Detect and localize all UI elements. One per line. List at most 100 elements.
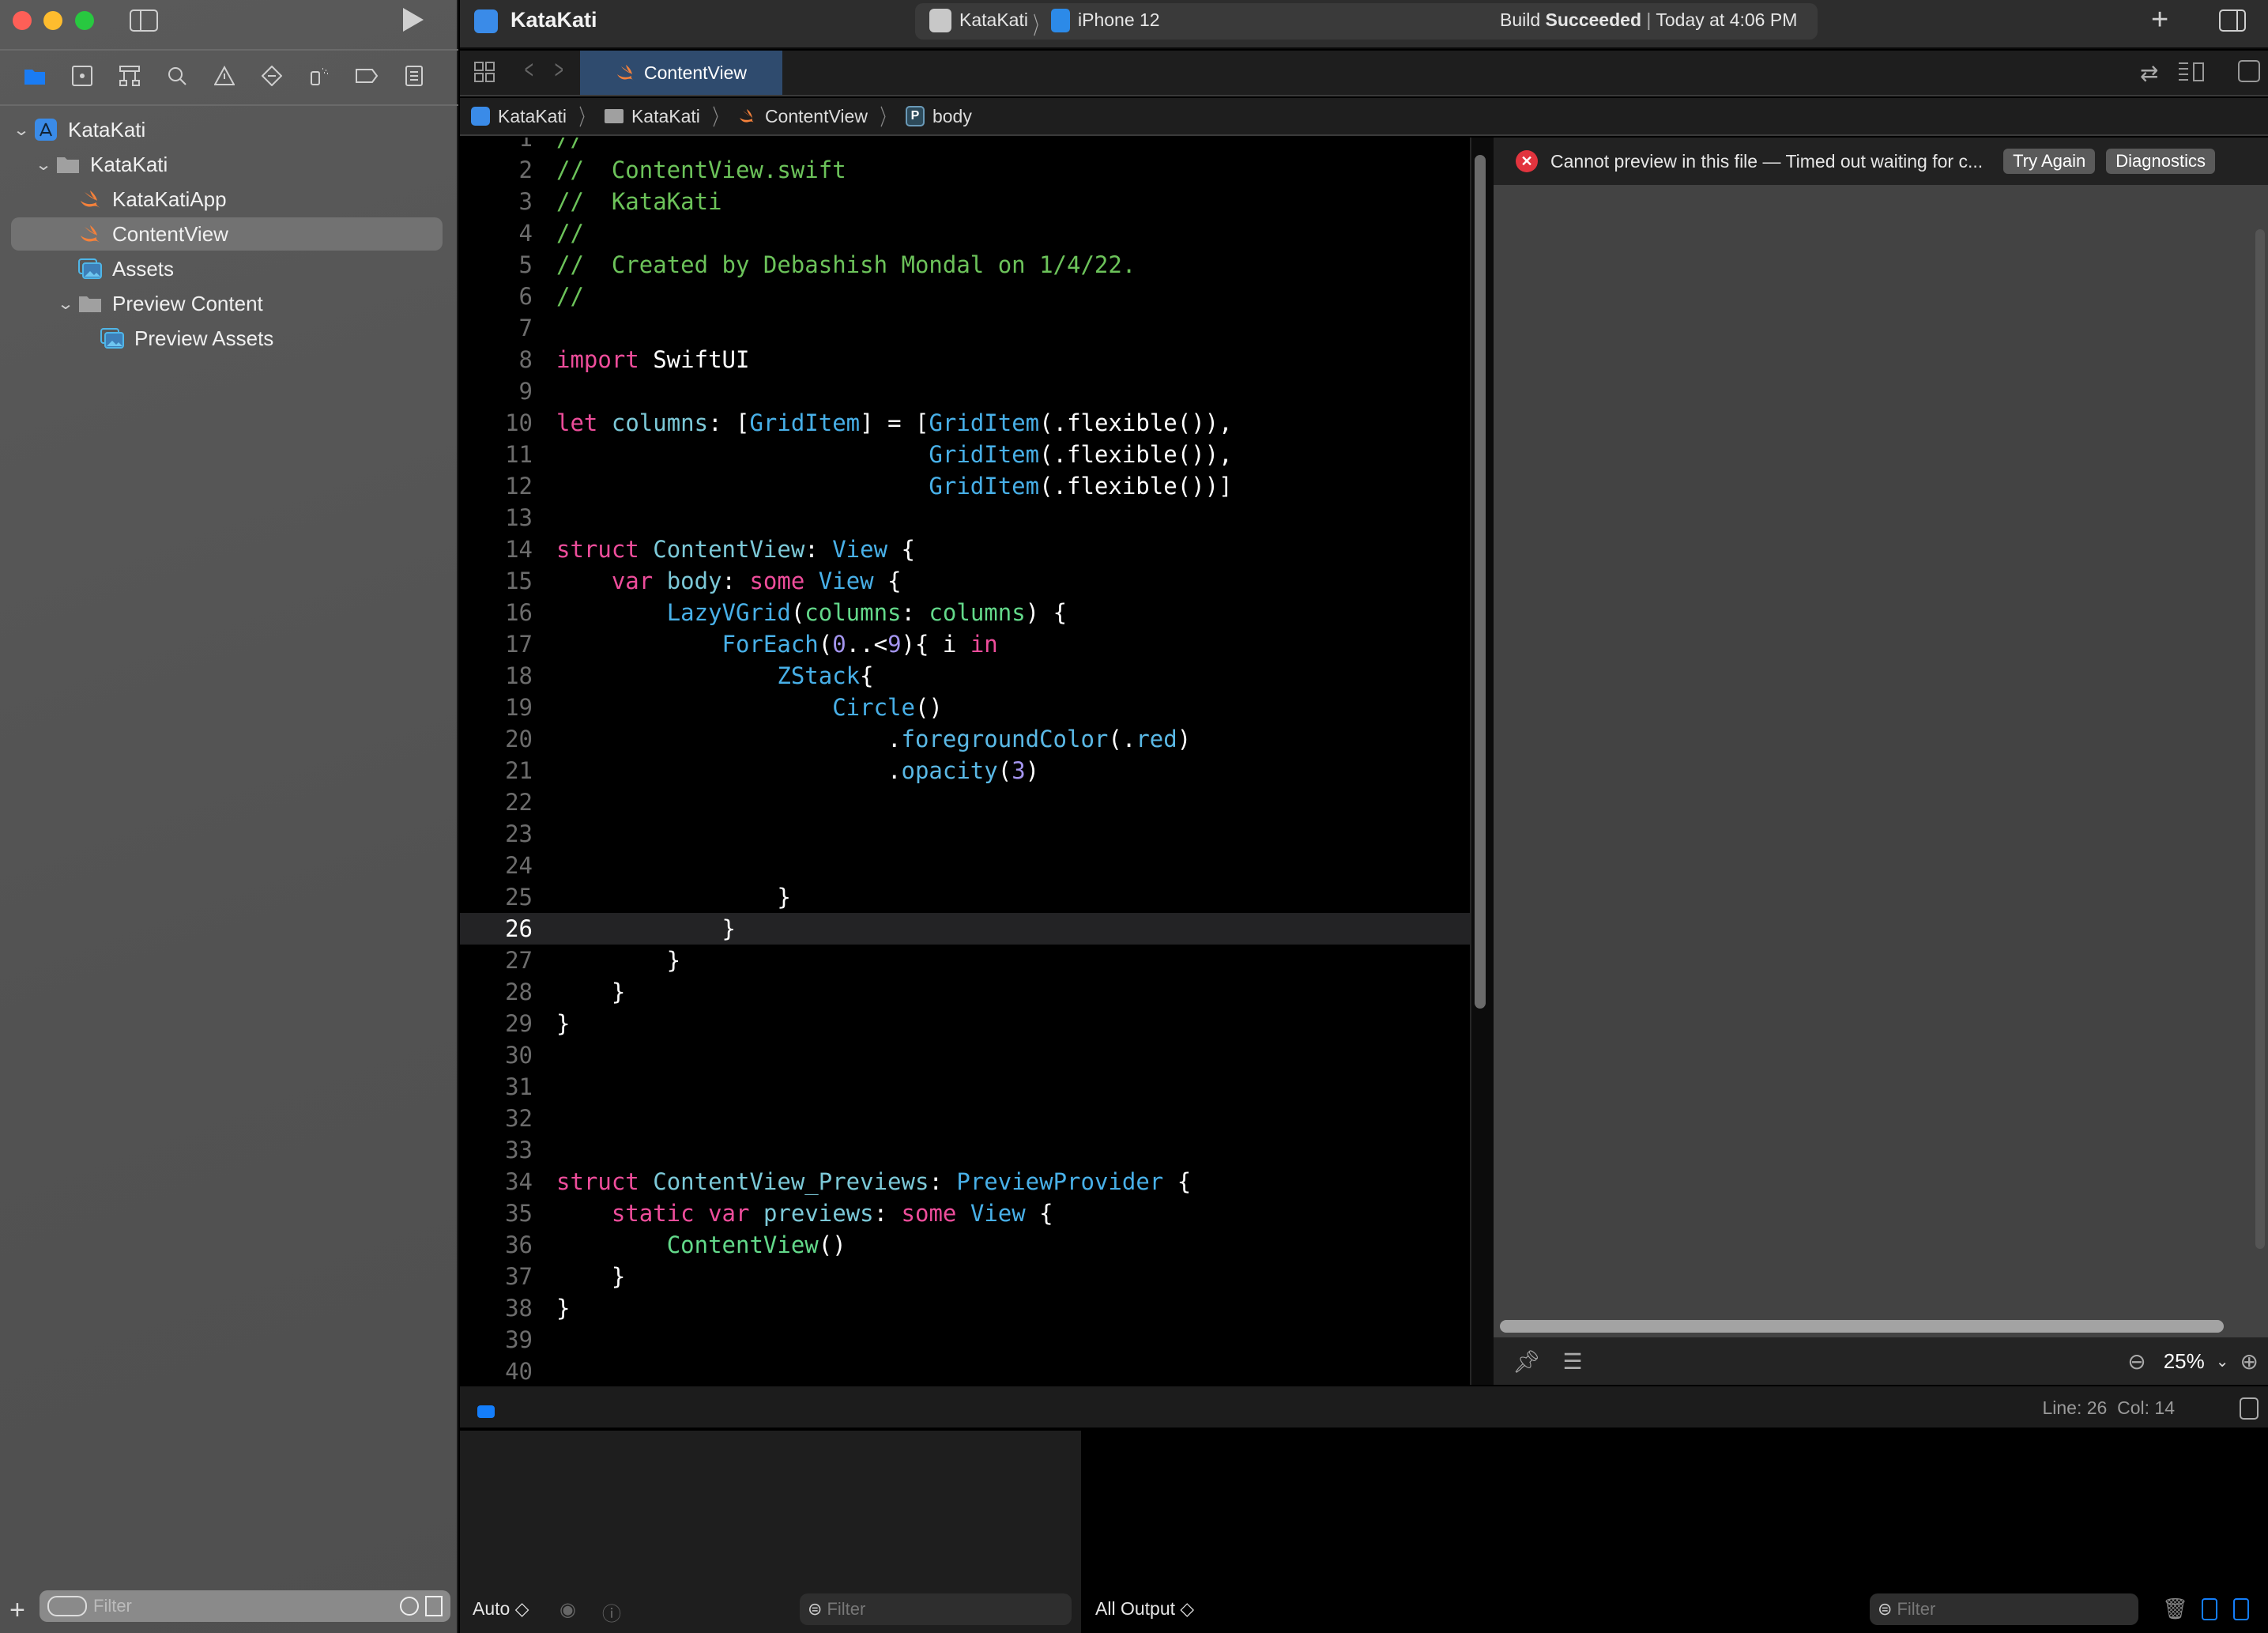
code-line[interactable]: 2 // ContentView.swift (460, 154, 1470, 186)
back-button[interactable]: < (525, 55, 533, 85)
add-library-button[interactable]: + (2151, 3, 2168, 37)
warning-icon[interactable] (209, 60, 240, 92)
toggle-console-indicator[interactable] (477, 1405, 495, 1418)
trash-icon[interactable]: 🗑︎ (2162, 1597, 2188, 1621)
chevron-down-icon[interactable]: ⌄ (2216, 1352, 2229, 1371)
tree-item-file[interactable]: KataKatiApp (11, 183, 443, 216)
search-icon[interactable] (161, 60, 193, 92)
scm-filter-icon[interactable] (425, 1596, 443, 1616)
code-line[interactable]: 27 } (460, 945, 1470, 976)
source-control-icon[interactable] (66, 60, 98, 92)
debug-spray-icon[interactable] (303, 60, 335, 92)
output-scope-selector[interactable]: All Output ◇ (1095, 1598, 1194, 1620)
close-window-button[interactable] (13, 11, 32, 30)
variables-scope-selector[interactable]: Auto ◇ (473, 1598, 529, 1620)
code-line[interactable]: 34 struct ContentView_Previews: PreviewPr… (460, 1166, 1470, 1197)
code-line[interactable]: 22 (460, 786, 1470, 818)
code-line[interactable]: 30 (460, 1039, 1470, 1071)
minimize-window-button[interactable] (43, 11, 62, 30)
code-line[interactable]: 15 var body: some View { (460, 565, 1470, 597)
toggle-navigator-icon[interactable] (130, 9, 158, 32)
show-console-toggle[interactable] (2233, 1598, 2249, 1620)
code-line[interactable]: 38} (460, 1292, 1470, 1324)
editor-vertical-scrollbar[interactable] (1475, 155, 1486, 1009)
filter-options-icon[interactable] (47, 1596, 87, 1616)
test-diamond-icon[interactable] (256, 60, 288, 92)
code-line[interactable]: 28 } (460, 976, 1470, 1008)
zoom-window-button[interactable] (75, 11, 94, 30)
grid-icon[interactable] (474, 62, 495, 82)
chevron-down-icon[interactable]: ⌄ (30, 155, 57, 175)
code-line[interactable]: 31 (460, 1071, 1470, 1103)
code-line[interactable]: 3 // KataKati (460, 186, 1470, 217)
editor-options-icon[interactable] (2178, 62, 2206, 82)
code-line[interactable]: 14 struct ContentView: View { (460, 534, 1470, 565)
code-line[interactable]: 32 (460, 1103, 1470, 1134)
toggle-inspector-icon[interactable] (2219, 9, 2246, 32)
folder-icon[interactable] (19, 60, 51, 92)
navigator-filter-input[interactable]: Filter (40, 1590, 450, 1622)
preview-settings-icon[interactable]: ☰ (1563, 1348, 1583, 1375)
code-line[interactable]: 12 GridItem(.flexible())] (460, 470, 1470, 502)
code-line[interactable]: 23 (460, 818, 1470, 850)
code-line[interactable]: 16 LazyVGrid(columns: columns) { (460, 597, 1470, 628)
breadcrumb-item[interactable]: ContentView (765, 106, 868, 127)
code-line[interactable]: 4 // (460, 217, 1470, 249)
code-line[interactable]: 39 (460, 1324, 1470, 1356)
breadcrumb-item[interactable]: KataKati (498, 106, 567, 127)
code-line[interactable]: 5 // Created by Debashish Mondal on 1/4/2… (460, 249, 1470, 281)
tree-item-file-selected[interactable]: ContentView (11, 217, 443, 251)
zoom-level[interactable]: 25% (2164, 1349, 2205, 1374)
add-file-button[interactable]: + (9, 1595, 25, 1626)
hierarchy-icon[interactable] (114, 60, 145, 92)
code-line[interactable]: 35 static var previews: some View { (460, 1197, 1470, 1229)
variables-filter-input[interactable]: ⊜ Filter (800, 1593, 1072, 1625)
zoom-in-icon[interactable]: ⊕ (2240, 1348, 2259, 1375)
code-line[interactable]: 25 } (460, 881, 1470, 913)
code-line[interactable]: 20 .foregroundColor(.red) (460, 723, 1470, 755)
code-line[interactable]: 24 (460, 850, 1470, 881)
zoom-out-icon[interactable]: ⊖ (2127, 1348, 2146, 1375)
breadcrumb-item[interactable]: body (932, 106, 972, 127)
code-line[interactable]: 7 (460, 312, 1470, 344)
forward-button[interactable]: > (555, 55, 563, 85)
preview-vertical-scrollbar[interactable] (2255, 229, 2265, 1249)
diagnostics-button[interactable]: Diagnostics (2106, 149, 2215, 174)
code-line[interactable]: 10 let columns: [GridItem] = [GridItem(.f… (460, 407, 1470, 439)
code-line[interactable]: 37 } (460, 1261, 1470, 1292)
pin-icon[interactable]: 📌︎ (1513, 1348, 1541, 1375)
show-variables-toggle[interactable] (2202, 1598, 2217, 1620)
tree-item-folder[interactable]: ⌄ KataKati (11, 148, 443, 181)
tree-item-assets[interactable]: Assets (11, 252, 443, 285)
code-line[interactable]: 36 ContentView() (460, 1229, 1470, 1261)
code-line[interactable]: 26 } (460, 913, 1470, 945)
code-line[interactable]: 8 import SwiftUI (460, 344, 1470, 375)
console-filter-input[interactable]: ⊜ Filter (1870, 1593, 2138, 1625)
tree-item-project[interactable]: ⌄ KataKati (11, 113, 443, 146)
chevron-down-icon[interactable]: ⌄ (52, 294, 79, 314)
recent-files-icon[interactable] (400, 1597, 419, 1616)
scheme-selector[interactable]: KataKati (959, 9, 1028, 31)
code-line[interactable]: 40 (460, 1356, 1470, 1385)
hide-debug-area-icon[interactable] (2240, 1397, 2259, 1420)
code-line[interactable]: 1 // (460, 138, 1470, 154)
code-line[interactable]: 11 GridItem(.flexible()), (460, 439, 1470, 470)
code-line[interactable]: 33 (460, 1134, 1470, 1166)
preview-horizontal-scrollbar[interactable] (1500, 1320, 2224, 1333)
code-line[interactable]: 18 ZStack{ (460, 660, 1470, 692)
eye-icon[interactable]: ◉ (559, 1598, 576, 1621)
tab-contentview[interactable]: ContentView (580, 51, 782, 95)
try-again-button[interactable]: Try Again (2003, 149, 2096, 174)
code-editor[interactable]: 1//2// ContentView.swift 3// KataKati 4//5… (460, 138, 1470, 1385)
code-line[interactable]: 21 .opacity(3) (460, 755, 1470, 786)
tree-item-assets[interactable]: Preview Assets (11, 322, 443, 355)
info-icon[interactable]: ⓘ (602, 1598, 621, 1626)
chevron-down-icon[interactable]: ⌄ (8, 120, 35, 140)
run-button[interactable] (403, 8, 424, 32)
tree-item-folder[interactable]: ⌄ Preview Content (11, 287, 443, 320)
related-items-icon[interactable]: ⇄ (2140, 60, 2158, 86)
code-line[interactable]: 19 Circle() (460, 692, 1470, 723)
code-line[interactable]: 9 (460, 375, 1470, 407)
report-icon[interactable] (398, 60, 430, 92)
destination-selector[interactable]: iPhone 12 (1078, 9, 1160, 31)
